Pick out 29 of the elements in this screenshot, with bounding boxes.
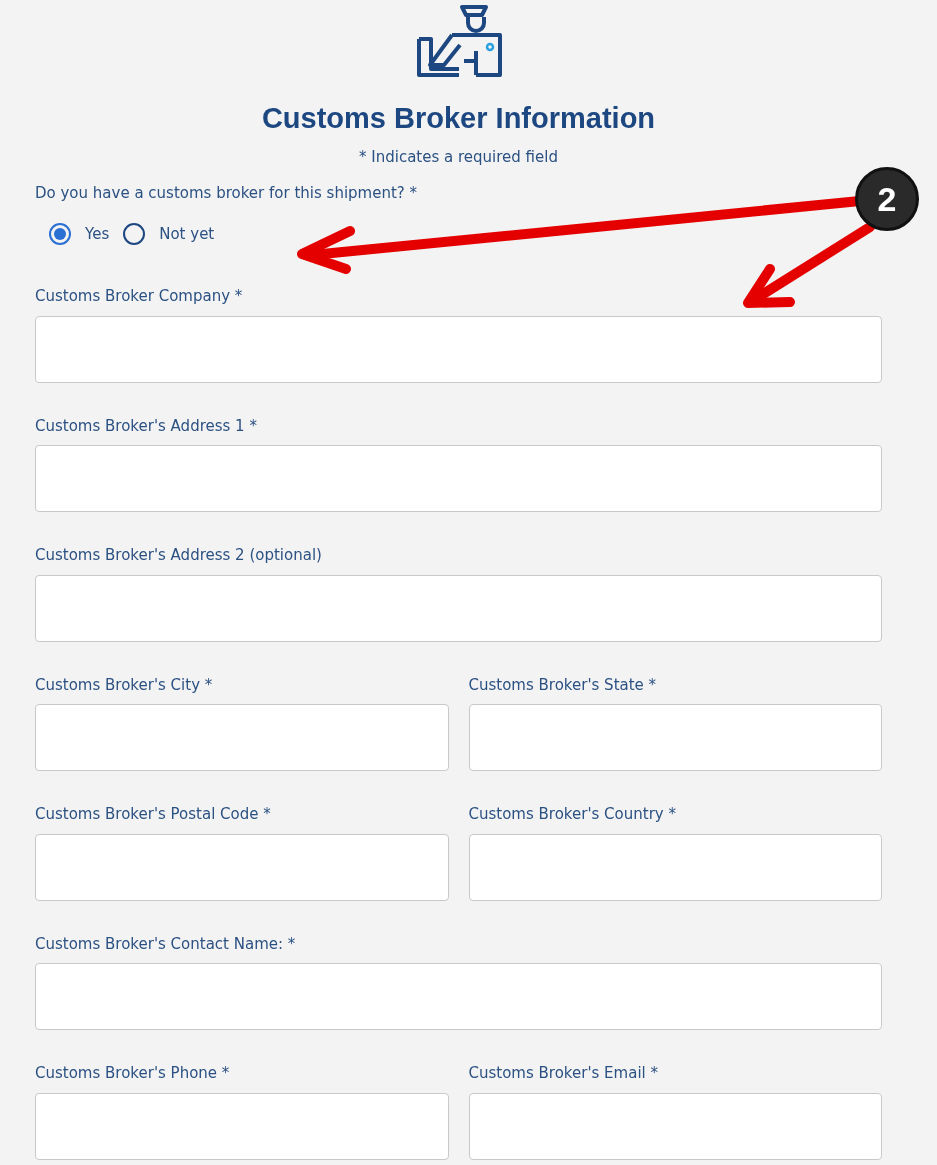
field-label: Customs Broker Company *	[35, 286, 244, 308]
customs-officer-icon	[415, 5, 502, 79]
question-label: Do you have a customs broker for this shipment? *	[35, 183, 419, 205]
input-field[interactable]	[35, 315, 882, 383]
field-label: Customs Broker's Country *	[468, 804, 677, 826]
input-field[interactable]	[468, 704, 882, 772]
input-field[interactable]	[35, 704, 449, 772]
field-label: Customs Broker's Email *	[468, 1063, 659, 1085]
radio-button[interactable]	[49, 223, 71, 246]
field-label: Customs Broker's City *	[35, 674, 214, 696]
input-field[interactable]	[468, 833, 882, 901]
input-field[interactable]	[35, 963, 882, 1031]
input-field[interactable]	[35, 833, 449, 901]
input-field[interactable]	[468, 1092, 882, 1160]
field-label: Customs Broker's State *	[468, 674, 658, 696]
page-title: Customs Broker Information	[260, 101, 657, 136]
radio-label[interactable]: Not yet	[159, 222, 215, 246]
radio-label[interactable]: Yes	[85, 222, 110, 246]
field-label: Customs Broker's Postal Code *	[35, 804, 272, 826]
field-label: Customs Broker's Contact Name: *	[35, 933, 297, 955]
field-label: Customs Broker's Phone *	[35, 1063, 231, 1085]
step-number-badge: 2	[855, 167, 919, 231]
input-field[interactable]	[35, 1092, 449, 1160]
field-label: Customs Broker's Address 2 (optional)	[35, 545, 323, 567]
radio-button[interactable]	[123, 223, 146, 246]
input-field[interactable]	[35, 445, 882, 513]
required-note: * Indicates a required field	[358, 146, 559, 168]
input-field[interactable]	[35, 574, 882, 642]
field-label: Customs Broker's Address 1 *	[35, 415, 258, 437]
